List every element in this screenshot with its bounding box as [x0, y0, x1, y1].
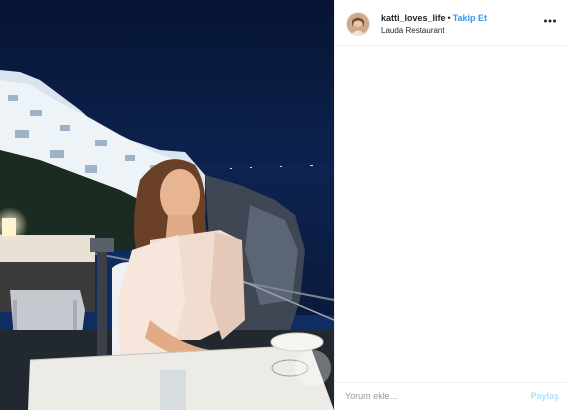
- post-photo[interactable]: [0, 0, 334, 410]
- comment-input[interactable]: [345, 389, 505, 403]
- photo-illustration: [0, 0, 334, 410]
- share-button[interactable]: Paylaş: [530, 391, 559, 401]
- more-horizontal-icon[interactable]: [543, 14, 557, 28]
- post-header: katti_loves_life • Takip Et Lauda Restaura…: [335, 0, 567, 46]
- instagram-post: katti_loves_life • Takip Et Lauda Restaura…: [0, 0, 567, 410]
- comment-bar: Paylaş: [335, 382, 567, 410]
- location-link[interactable]: Lauda Restaurant: [381, 26, 445, 35]
- username-link[interactable]: katti_loves_life: [381, 13, 446, 23]
- post-sidebar: katti_loves_life • Takip Et Lauda Restaura…: [334, 0, 567, 410]
- follow-button[interactable]: Takip Et: [453, 13, 487, 23]
- avatar[interactable]: [346, 12, 370, 36]
- separator-dot: •: [447, 13, 451, 23]
- user-line: katti_loves_life • Takip Et: [381, 13, 487, 24]
- avatar-image: [347, 13, 369, 35]
